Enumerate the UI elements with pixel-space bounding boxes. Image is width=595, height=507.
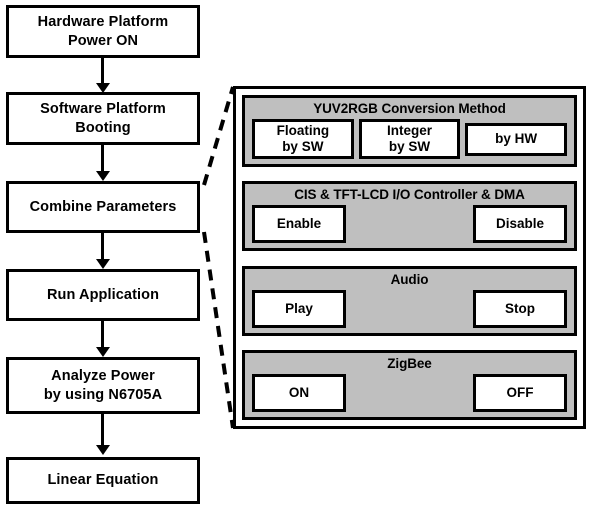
option-label-line2: by SW [282, 139, 324, 155]
option-label-line2: by SW [388, 139, 431, 155]
flow-arrow-2 [95, 145, 110, 181]
flow-step-combine-parameters[interactable]: Combine Parameters [6, 181, 200, 233]
flow-step-label-line1: Combine Parameters [29, 198, 177, 215]
group-title: YUV2RGB Conversion Method [313, 101, 506, 116]
flow-step-label-line1: Linear Equation [47, 472, 159, 489]
flow-arrow-3 [95, 233, 110, 269]
group-title: CIS & TFT-LCD I/O Controller & DMA [294, 187, 525, 203]
flow-step-run-application[interactable]: Run Application [6, 269, 200, 321]
group-yuv2rgb-conversion-method: YUV2RGB Conversion Method Floating by SW… [242, 95, 577, 168]
option-off[interactable]: OFF [473, 373, 567, 412]
flow-step-label-line2: Booting [75, 119, 131, 136]
process-flowchart: Hardware Platform Power ON Software Plat… [6, 0, 204, 507]
group-zigbee: ZigBee ON OFF [242, 349, 577, 420]
option-label-line1: OFF [506, 384, 534, 400]
option-label-line1: Play [285, 300, 313, 316]
option-label-line1: Floating [276, 123, 330, 139]
option-by-hw[interactable]: by HW [465, 122, 568, 156]
flow-arrow-5 [95, 414, 110, 455]
dashed-connector-bottom [202, 231, 235, 429]
flow-step-label-line1: Software Platform [40, 101, 166, 118]
option-label-line1: Integer [387, 123, 433, 139]
flow-step-label-line2: by using N6705A [43, 386, 163, 403]
option-on[interactable]: ON [252, 373, 346, 412]
option-enable[interactable]: Enable [252, 205, 346, 244]
option-disable[interactable]: Disable [473, 205, 567, 244]
group-audio: Audio Play Stop [242, 265, 577, 336]
option-label-line1: Enable [276, 216, 322, 232]
group-title: ZigBee [387, 355, 432, 371]
flow-arrow-1 [95, 58, 110, 93]
option-label-line1: by HW [495, 131, 538, 147]
option-integer-by-sw[interactable]: Integer by SW [358, 119, 461, 160]
flow-step-label-line1: Analyze Power [51, 368, 155, 385]
option-label-line1: Disable [495, 216, 545, 232]
option-floating-by-sw[interactable]: Floating by SW [252, 119, 354, 160]
option-play[interactable]: Play [252, 289, 346, 328]
flow-step-analyze-power[interactable]: Analyze Power by using N6705A [6, 357, 200, 414]
flow-step-hardware-platform-power-on[interactable]: Hardware Platform Power ON [6, 5, 200, 58]
flow-arrow-4 [95, 321, 110, 357]
option-label-line1: Stop [505, 300, 535, 316]
dashed-connector-top [202, 86, 235, 186]
flow-step-label-line2: Power ON [67, 32, 139, 49]
flow-step-software-platform-booting[interactable]: Software Platform Booting [6, 92, 200, 145]
flow-step-label-line1: Run Application [46, 286, 160, 303]
option-label-line1: ON [288, 384, 310, 400]
group-title: Audio [390, 271, 429, 287]
flow-step-linear-equation[interactable]: Linear Equation [6, 457, 200, 504]
group-cis-tftlcd-io-controller-dma: CIS & TFT-LCD I/O Controller & DMA Enabl… [242, 181, 577, 252]
flow-step-label-line1: Hardware Platform [37, 14, 169, 31]
option-stop[interactable]: Stop [473, 289, 567, 328]
configuration-panel: YUV2RGB Conversion Method Floating by SW… [233, 86, 586, 429]
